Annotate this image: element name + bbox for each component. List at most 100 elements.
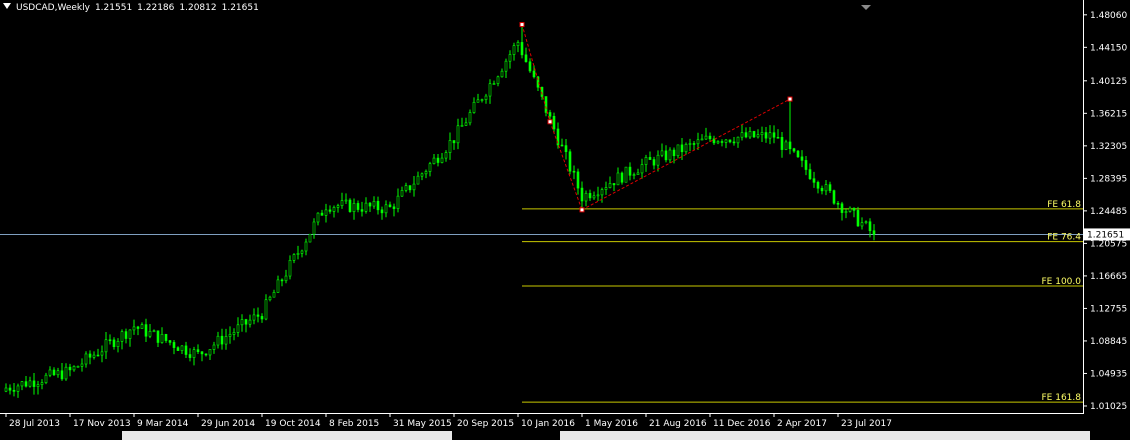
candle-body [624,166,628,183]
candle-body [368,202,372,207]
candle-body [560,144,564,147]
candle-body [160,334,164,343]
candle-body [664,150,668,161]
price-chart[interactable]: 1.48060 1.44150 1.40125 1.36215 1.32305 1.283… [0,0,1130,440]
candle-body [596,194,600,197]
candle-body [620,172,624,183]
candle-body [372,200,376,207]
candle-body [820,187,824,192]
candle-body [112,339,116,348]
candle-body [152,330,156,333]
candle-body [444,152,448,159]
candle-body [748,131,752,138]
candle-body [380,209,384,214]
candle-body [404,185,408,191]
ohlc-low: 1.20812 [179,3,217,13]
candle-body [252,314,256,321]
candle-body [228,334,232,337]
candle-body [176,347,180,351]
candle-body [396,195,400,209]
candle-body [324,209,328,216]
chart-tab-right[interactable] [560,431,1090,440]
candle-body [544,96,548,113]
candle-body [836,202,840,205]
time-tick-label: 2 Apr 2017 [777,419,827,429]
candle-body [296,253,300,255]
candle-body [208,349,212,356]
candle-body [340,200,344,206]
candle-body [60,370,64,380]
candle-body [640,164,644,174]
candle-body [756,134,760,138]
time-tick-label: 17 Nov 2013 [73,419,131,429]
candle-body [248,319,252,325]
time-tick-label: 23 Jul 2017 [841,419,892,429]
fibo-level-label: FE 61.8 [1047,200,1081,210]
candle-body [612,183,616,186]
candle-body [872,230,876,235]
ohlc-close: 1.21651 [221,3,259,13]
candle-body [768,132,772,139]
price-tick-label: 1.12755 [1090,304,1127,314]
candle-body [336,205,340,208]
candle-body [700,138,704,141]
candle-body [16,385,20,392]
candle-body [52,369,56,376]
candle-body [616,172,620,186]
candle-body [652,159,656,166]
candle-body [400,190,404,197]
candle-body [856,210,860,227]
candle-body [28,380,32,387]
candle-body [68,366,72,371]
time-tick-label: 28 Jul 2013 [9,419,60,429]
candle-body [308,233,312,243]
candle-body [84,353,88,365]
candle-body [408,185,412,191]
candle-body [32,380,36,387]
candle-body [516,42,520,46]
candle-body [568,151,572,172]
candle-body [508,54,512,62]
candle-body [280,279,284,282]
collapse-triangle-icon[interactable] [3,3,11,9]
candle-body [744,132,748,138]
candle-body [448,140,452,153]
candle-body [72,366,76,371]
candle-body [628,166,632,176]
candle-body [124,331,128,339]
price-tick-label: 1.04935 [1090,369,1127,379]
candle-body [784,141,788,150]
candle-body [684,143,688,153]
candle-body [548,112,552,117]
candle-body [680,144,684,153]
candle-body [388,204,392,208]
chart-tab-left[interactable] [122,431,452,440]
time-tick-label: 19 Oct 2014 [265,419,321,429]
candle-body [168,340,172,343]
candle-body [868,221,872,232]
candle-body [792,148,796,152]
candle-body [552,115,556,130]
ohlc-high: 1.22186 [137,3,175,13]
candle-body [804,160,808,170]
candle-body [608,183,612,188]
candle-body [564,145,568,153]
candle-body [600,189,604,196]
candle-body [20,381,24,387]
candle-body [348,199,352,212]
candle-body [364,202,368,212]
candle-body [752,131,756,138]
candle-body [36,384,40,387]
candle-body [604,187,608,190]
candle-body [292,254,296,261]
candle-body [520,42,524,56]
candle-body [188,354,192,358]
candle-body [840,203,844,213]
candle-body [636,172,640,175]
candle-body [224,336,228,345]
candle-body [764,132,768,139]
fibo-level-label: FE 100.0 [1042,277,1082,287]
time-tick-label: 20 Sep 2015 [457,419,514,429]
candle-body [76,365,80,368]
candle-body [316,212,320,223]
